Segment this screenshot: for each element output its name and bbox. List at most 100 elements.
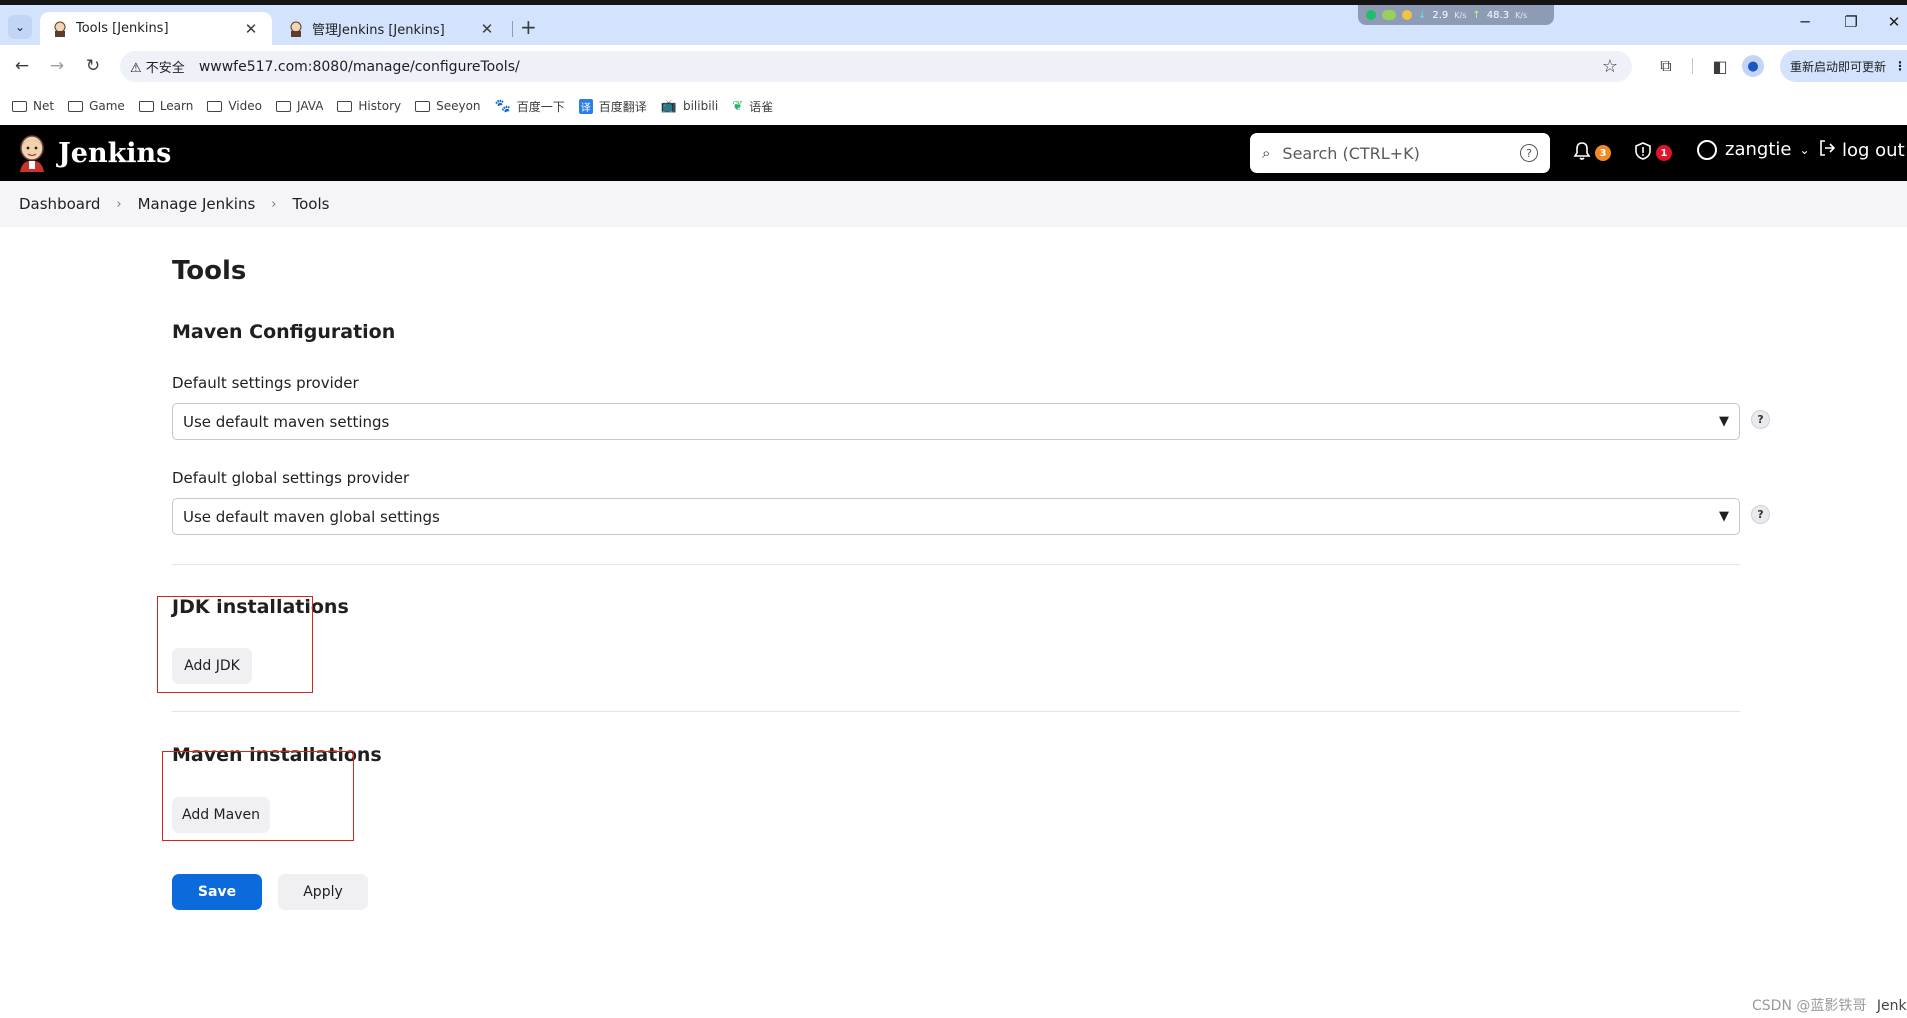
chevron-down-icon: ▼ [1719, 509, 1729, 524]
bookmark-yuque[interactable]: ❦ 语雀 [732, 98, 773, 115]
status-dot-icon [1366, 10, 1376, 20]
bookmark-java[interactable]: JAVA [275, 99, 324, 113]
close-window-icon[interactable]: ✕ [1879, 10, 1907, 34]
maven-configuration-heading: Maven Configuration [172, 321, 396, 343]
bookmark-label: JAVA [296, 99, 324, 113]
folder-icon [415, 100, 431, 112]
baidu-paw-icon: 🐾 [494, 98, 511, 114]
close-tab-icon[interactable]: ✕ [242, 20, 260, 38]
global-settings-provider-value: Use default maven global settings [183, 507, 440, 526]
breadcrumb-manage-jenkins[interactable]: Manage Jenkins [138, 195, 256, 213]
bilibili-tv-icon: 📺 [660, 98, 677, 114]
global-settings-provider-select[interactable]: Use default maven global settings ▼ [172, 498, 1740, 535]
csdn-watermark: CSDN @蓝影铁哥 [1752, 998, 1867, 1014]
logout-link[interactable]: log out [1818, 139, 1905, 162]
restore-icon[interactable]: ❐ [1836, 10, 1866, 34]
security-alerts-button[interactable]: 1 [1633, 141, 1672, 165]
bookmark-baidu-translate[interactable]: 译百度翻译 [578, 98, 647, 115]
close-tab-icon[interactable]: ✕ [478, 20, 496, 38]
tab-title: 管理Jenkins [Jenkins] [312, 23, 445, 38]
global-settings-provider-help-icon[interactable]: ? [1751, 505, 1770, 524]
page-title: Tools [172, 256, 247, 286]
forward-icon[interactable]: → [44, 53, 70, 79]
jenkins-favicon-icon [54, 21, 66, 37]
jenkins-brand: Jenkins [58, 137, 172, 169]
jenkins-version-link[interactable]: Jenkins 2.440.1 [1877, 998, 1907, 1014]
tab-strip: ⌄ Tools [Jenkins] ✕ 管理Jenkins [Jenkins] … [0, 5, 1907, 45]
profile-avatar-icon[interactable]: ● [1742, 55, 1764, 77]
jenkins-header: Jenkins ⌕ Search (CTRL+K) ? 3 1 zangtie … [0, 125, 1907, 181]
tab-tools[interactable]: Tools [Jenkins] ✕ [40, 12, 272, 45]
settings-provider-help-icon[interactable]: ? [1751, 410, 1770, 429]
bookmark-seeyon[interactable]: Seeyon [415, 99, 481, 113]
bookmark-history[interactable]: History [337, 99, 401, 113]
yuque-bird-icon: ❦ [732, 98, 744, 114]
tab-search-button[interactable]: ⌄ [8, 15, 32, 39]
notifications-button[interactable]: 3 [1572, 141, 1611, 165]
chevron-right-icon: › [116, 196, 122, 212]
search-placeholder: Search (CTRL+K) [1282, 143, 1420, 163]
status-dot-icon [1382, 10, 1396, 20]
tab-manage-jenkins[interactable]: 管理Jenkins [Jenkins] ✕ [276, 12, 508, 45]
security-count-badge: 1 [1656, 145, 1672, 161]
footer: CSDN @蓝影铁哥 Jenkins 2.440.1 [1752, 995, 1907, 1015]
settings-provider-value: Use default maven settings [183, 412, 390, 431]
address-bar[interactable]: ⚠ 不安全 wwwfe517.com:8080/manage/configure… [120, 51, 1632, 82]
upload-arrow-icon: ↑ [1472, 9, 1481, 21]
minimize-icon[interactable]: ─ [1790, 10, 1820, 34]
highlight-box [157, 596, 313, 693]
url-text: wwwfe517.com:8080/manage/configureTools/ [198, 58, 520, 75]
breadcrumb-dashboard[interactable]: Dashboard [19, 195, 100, 213]
bookmark-baidu[interactable]: 🐾 百度一下 [495, 98, 565, 115]
logout-icon [1818, 139, 1836, 162]
restart-to-update-button[interactable]: 重新启动即可更新 ⋮ [1780, 50, 1907, 82]
tab-title: Tools [Jenkins] [76, 21, 169, 36]
reload-icon[interactable]: ↻ [80, 53, 106, 79]
breadcrumb-tools[interactable]: Tools [292, 195, 329, 213]
chevron-down-icon: ▼ [1719, 414, 1729, 429]
restart-label: 重新启动即可更新 [1790, 59, 1887, 74]
save-button[interactable]: Save [172, 874, 262, 910]
bookmark-star-icon[interactable]: ☆ [1602, 56, 1618, 77]
bookmark-learn[interactable]: Learn [138, 99, 194, 113]
user-menu[interactable]: zangtie ⌄ [1697, 139, 1810, 160]
bookmark-bilibili[interactable]: 📺 bilibili [661, 99, 718, 114]
search-icon: ⌕ [1262, 144, 1271, 162]
search-box[interactable]: ⌕ Search (CTRL+K) ? [1250, 133, 1550, 173]
settings-provider-select[interactable]: Use default maven settings ▼ [172, 403, 1740, 440]
settings-provider-label: Default settings provider [172, 374, 359, 392]
breadcrumb: Dashboard › Manage Jenkins › Tools [0, 181, 1907, 227]
bookmark-video[interactable]: Video [207, 99, 262, 113]
apply-button[interactable]: Apply [278, 874, 368, 910]
new-tab-button[interactable]: + [520, 17, 537, 37]
jenkins-favicon-icon [290, 21, 302, 37]
folder-icon [12, 100, 27, 112]
download-unit: K/s [1454, 10, 1467, 20]
bookmark-game[interactable]: Game [68, 99, 125, 113]
warning-triangle-icon: ⚠ [130, 61, 142, 76]
browser-toolbar: ← → ↻ ⚠ 不安全 wwwfe517.com:8080/manage/con… [0, 45, 1907, 87]
jenkins-home-link[interactable]: Jenkins [16, 134, 171, 172]
translate-icon: 译 [578, 98, 593, 114]
bookmark-label: Video [228, 99, 262, 113]
bookmark-label: Net [33, 99, 55, 113]
security-label: 不安全 [145, 61, 185, 76]
folder-icon [275, 100, 291, 112]
jenkins-butler-logo-icon [20, 135, 44, 172]
bookmark-label: Learn [159, 99, 194, 113]
chevron-down-icon: ⌄ [14, 20, 26, 34]
upload-unit: K/s [1515, 10, 1528, 20]
search-help-icon[interactable]: ? [1520, 144, 1538, 162]
bookmark-label: Game [89, 99, 125, 113]
bell-icon [1572, 141, 1592, 166]
bookmark-label: 百度翻译 [598, 99, 647, 114]
bookmark-label: bilibili [682, 99, 719, 113]
back-icon[interactable]: ← [9, 53, 35, 79]
chevron-right-icon: › [271, 196, 277, 212]
security-warning[interactable]: ⚠ 不安全 [130, 57, 185, 76]
download-arrow-icon: ↓ [1418, 9, 1427, 21]
more-menu-icon[interactable]: ⋮ [1894, 59, 1906, 73]
extensions-icon[interactable]: ⧉ [1653, 53, 1679, 79]
bookmark-net[interactable]: Net [12, 99, 54, 113]
side-panel-icon[interactable]: ◧ [1707, 53, 1733, 79]
